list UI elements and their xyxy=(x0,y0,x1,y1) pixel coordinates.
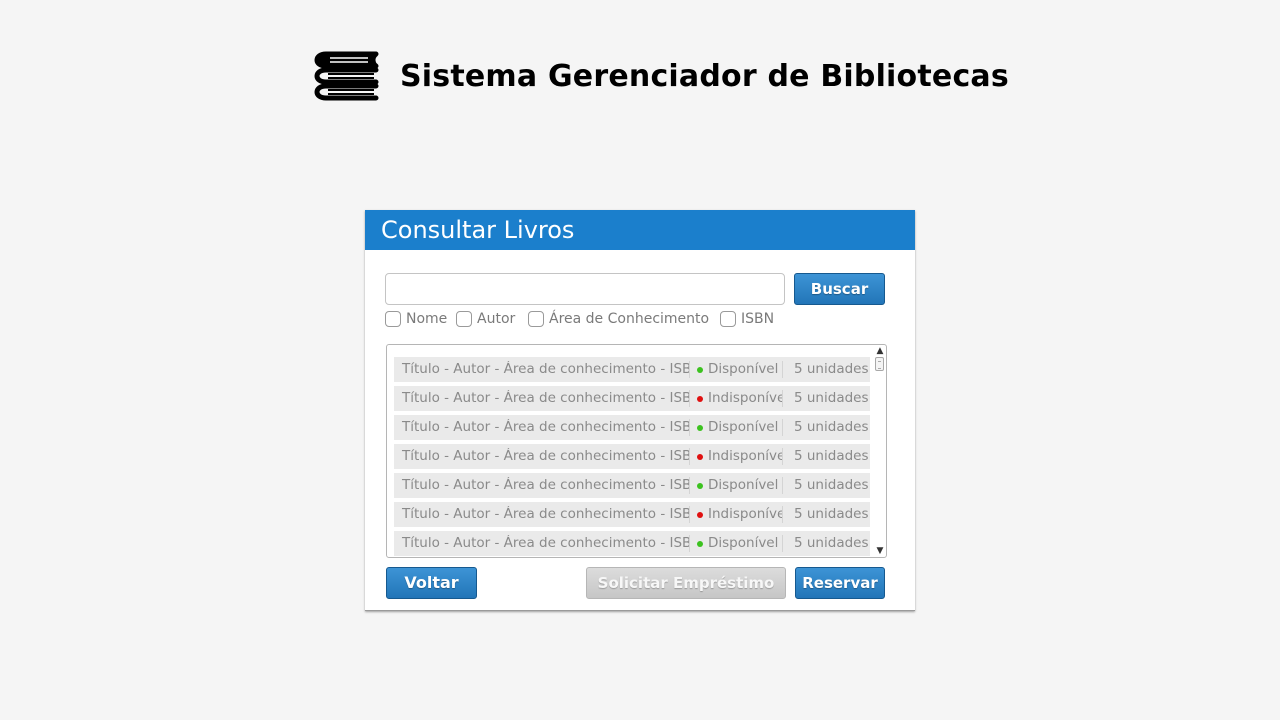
availability-status: Indisponível xyxy=(690,506,783,523)
status-dot-icon xyxy=(697,453,703,460)
results-scrollbar[interactable]: ▲ ▼ xyxy=(874,345,886,557)
filter-isbn-checkbox[interactable] xyxy=(720,311,736,327)
filter-author-checkbox[interactable] xyxy=(456,311,472,327)
scroll-up-icon[interactable]: ▲ xyxy=(875,346,885,356)
results-list[interactable]: Título - Autor - Área de conhecimento - … xyxy=(386,344,887,558)
status-label: Indisponível xyxy=(708,390,783,406)
scroll-down-icon[interactable]: ▼ xyxy=(875,546,885,556)
list-item[interactable]: Título - Autor - Área de conhecimento - … xyxy=(394,415,870,440)
status-label: Disponível xyxy=(708,535,779,551)
filter-knowledge-area-checkbox[interactable] xyxy=(528,311,544,327)
status-label: Disponível xyxy=(708,419,779,435)
list-item[interactable]: Título - Autor - Área de conhecimento - … xyxy=(394,357,870,382)
availability-status: Disponível xyxy=(690,535,783,552)
status-dot-icon xyxy=(697,395,703,402)
availability-status: Disponível xyxy=(690,361,783,378)
list-item[interactable]: Título - Autor - Área de conhecimento - … xyxy=(394,444,870,469)
filter-knowledge-area-label: Área de Conhecimento xyxy=(549,311,710,327)
filter-author[interactable]: Autor xyxy=(456,311,515,327)
filter-knowledge-area[interactable]: Área de Conhecimento xyxy=(528,311,709,327)
book-info: Título - Autor - Área de conhecimento - … xyxy=(394,506,690,523)
quantity: 5 unidades xyxy=(794,419,869,435)
search-input[interactable] xyxy=(385,273,785,305)
panel-title: Consultar Livros xyxy=(365,210,915,250)
book-info: Título - Autor - Área de conhecimento - … xyxy=(394,390,690,407)
book-info: Título - Autor - Área de conhecimento - … xyxy=(394,535,690,552)
status-dot-icon xyxy=(697,482,703,489)
consult-books-panel: Consultar Livros Buscar Nome Autor Área … xyxy=(365,210,915,611)
list-item[interactable]: Título - Autor - Área de conhecimento - … xyxy=(394,502,870,527)
filter-author-label: Autor xyxy=(477,311,516,327)
status-label: Indisponível xyxy=(708,506,783,522)
search-button[interactable]: Buscar xyxy=(794,273,885,305)
status-label: Indisponível xyxy=(708,448,783,464)
availability-status: Indisponível xyxy=(690,390,783,407)
status-label: Disponível xyxy=(708,477,779,493)
quantity: 5 unidades xyxy=(794,448,869,464)
status-dot-icon xyxy=(697,540,703,547)
reserve-button[interactable]: Reservar xyxy=(795,567,885,599)
quantity: 5 unidades xyxy=(794,477,869,493)
app-title: Sistema Gerenciador de Bibliotecas xyxy=(400,58,1009,94)
app-header: Sistema Gerenciador de Bibliotecas xyxy=(312,46,1009,106)
book-info: Título - Autor - Área de conhecimento - … xyxy=(394,419,690,436)
quantity: 5 unidades xyxy=(794,506,869,522)
status-dot-icon xyxy=(697,424,703,431)
availability-status: Disponível xyxy=(690,477,783,494)
status-dot-icon xyxy=(697,366,703,373)
book-info: Título - Autor - Área de conhecimento - … xyxy=(394,361,690,378)
status-label: Disponível xyxy=(708,361,779,377)
book-info: Título - Autor - Área de conhecimento - … xyxy=(394,477,690,494)
availability-status: Disponível xyxy=(690,419,783,436)
availability-status: Indisponível xyxy=(690,448,783,465)
list-item[interactable]: Título - Autor - Área de conhecimento - … xyxy=(394,473,870,498)
list-item[interactable]: Título - Autor - Área de conhecimento - … xyxy=(394,386,870,411)
list-item[interactable]: Título - Autor - Área de conhecimento - … xyxy=(394,531,870,556)
filter-isbn[interactable]: ISBN xyxy=(720,311,774,327)
quantity: 5 unidades xyxy=(794,390,869,406)
quantity: 5 unidades xyxy=(794,361,869,377)
filter-name-label: Nome xyxy=(406,311,448,327)
filter-name[interactable]: Nome xyxy=(385,311,447,327)
filter-isbn-label: ISBN xyxy=(741,311,775,327)
scroll-thumb[interactable] xyxy=(875,357,884,371)
filter-name-checkbox[interactable] xyxy=(385,311,401,327)
back-button[interactable]: Voltar xyxy=(386,567,477,599)
results-rows: Título - Autor - Área de conhecimento - … xyxy=(394,357,870,557)
book-info: Título - Autor - Área de conhecimento - … xyxy=(394,448,690,465)
books-icon xyxy=(314,51,379,101)
quantity: 5 unidades xyxy=(794,535,869,551)
request-loan-button[interactable]: Solicitar Empréstimo xyxy=(586,567,786,599)
status-dot-icon xyxy=(697,511,703,518)
